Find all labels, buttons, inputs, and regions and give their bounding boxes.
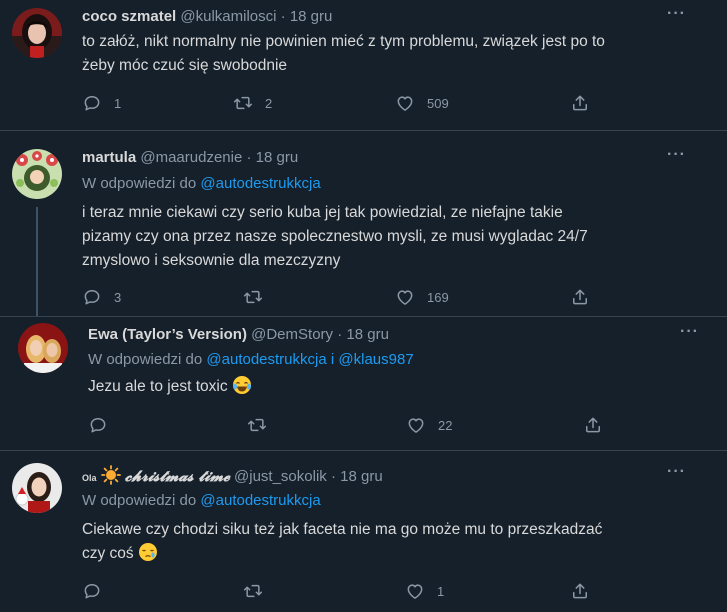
- avatar[interactable]: [12, 463, 62, 513]
- tweet[interactable]: Ola 𝓬𝓱𝓻𝓲𝓼𝓽𝓶𝓪𝓼 𝓽𝓲𝓶𝓮 @just_sokolik · 18 gr…: [0, 451, 727, 612]
- reply-context: W odpowiedzi do @autodestrukkcja i @klau…: [88, 350, 414, 370]
- thread-line: [36, 207, 38, 316]
- reply-icon: [88, 415, 108, 435]
- mention-link[interactable]: @autodestrukkcja: [206, 351, 326, 368]
- like-button[interactable]: 1: [405, 581, 444, 601]
- tweet-date[interactable]: 18 gru: [256, 149, 299, 166]
- tweet[interactable]: martula @maarudzenie · 18 gru ··· W odpo…: [0, 131, 727, 316]
- separator-dot: ·: [330, 468, 336, 485]
- reply-icon: [82, 581, 102, 601]
- tweet-text-line: i teraz mnie ciekawi czy serio kuba jej …: [82, 204, 563, 221]
- tweet-date[interactable]: 18 gru: [290, 8, 333, 25]
- reply-context: W odpowiedzi do @autodestrukkcja: [82, 174, 321, 194]
- retweet-icon: [243, 581, 263, 601]
- heart-icon: [405, 581, 425, 601]
- like-button[interactable]: 22: [406, 415, 452, 435]
- tweet-body: Jezu ale to jest toxic: [88, 375, 708, 399]
- share-icon: [570, 287, 590, 307]
- avatar[interactable]: [12, 8, 62, 58]
- tears-of-joy-emoji-icon: [232, 376, 251, 394]
- tweet-text-line: czy coś: [82, 545, 134, 562]
- reply-button[interactable]: [82, 581, 114, 601]
- heart-icon: [395, 93, 415, 113]
- sleepy-face-emoji-icon: [139, 543, 157, 561]
- tweet-header: coco szmatel @kulkamilosci · 18 gru: [82, 7, 332, 27]
- retweet-button[interactable]: [243, 287, 275, 307]
- name-prefix[interactable]: Ola: [82, 473, 97, 483]
- separator-dot: ·: [246, 149, 252, 166]
- heart-icon: [406, 415, 426, 435]
- avatar[interactable]: [12, 149, 62, 199]
- mention-link[interactable]: @autodestrukkcja: [200, 175, 320, 192]
- more-icon[interactable]: ···: [680, 323, 699, 341]
- tweet-header: Ewa (Taylor’s Version) @DemStory · 18 gr…: [88, 325, 389, 345]
- tweet-header: Ola 𝓬𝓱𝓻𝓲𝓼𝓽𝓶𝓪𝓼 𝓽𝓲𝓶𝓮 @just_sokolik · 18 gr…: [82, 465, 383, 488]
- reply-button[interactable]: [88, 415, 120, 435]
- heart-icon: [395, 287, 415, 307]
- tweet[interactable]: Ewa (Taylor’s Version) @DemStory · 18 gr…: [0, 316, 727, 451]
- more-icon[interactable]: ···: [667, 463, 686, 481]
- tweet-date[interactable]: 18 gru: [340, 468, 383, 485]
- tweet-header: martula @maarudzenie · 18 gru: [82, 148, 298, 168]
- tweet[interactable]: coco szmatel @kulkamilosci · 18 gru ··· …: [0, 0, 727, 131]
- reply-count: 1: [114, 95, 122, 111]
- retweet-button[interactable]: [247, 415, 279, 435]
- share-icon: [570, 581, 590, 601]
- like-count: 169: [427, 289, 449, 305]
- like-count: 509: [427, 95, 449, 111]
- like-count: 1: [437, 583, 445, 599]
- mention-link[interactable]: @klaus987: [338, 351, 413, 368]
- reply-prefix: W odpowiedzi do: [82, 492, 197, 509]
- share-icon: [583, 415, 603, 435]
- sun-icon: [100, 465, 121, 485]
- reply-icon: [82, 287, 102, 307]
- user-handle[interactable]: @just_sokolik: [234, 468, 327, 485]
- share-button[interactable]: [583, 415, 603, 435]
- tweet-body: to załóż, nikt normalny nie powinien mie…: [82, 30, 712, 78]
- separator-dot: ·: [337, 326, 343, 343]
- tweet-text-line: to załóż, nikt normalny nie powinien mie…: [82, 33, 605, 50]
- more-icon[interactable]: ···: [667, 5, 686, 23]
- tweet-text-line: zmyslowo i seksownie dla mezczyzny: [82, 252, 341, 269]
- display-name[interactable]: martula: [82, 149, 136, 166]
- retweet-count: 2: [265, 95, 273, 111]
- display-name[interactable]: Ewa (Taylor’s Version): [88, 326, 247, 343]
- reply-joiner: i: [330, 351, 335, 368]
- reply-prefix: W odpowiedzi do: [82, 175, 197, 192]
- reply-button[interactable]: 3: [82, 287, 121, 307]
- tweet-text-line: Jezu ale to jest toxic: [88, 378, 228, 395]
- like-button[interactable]: 169: [395, 287, 449, 307]
- reply-prefix: W odpowiedzi do: [88, 351, 203, 368]
- reply-icon: [82, 93, 102, 113]
- share-icon: [570, 93, 590, 113]
- reply-context: W odpowiedzi do @autodestrukkcja: [82, 491, 321, 511]
- retweet-icon: [247, 415, 267, 435]
- retweet-button[interactable]: 2: [233, 93, 272, 113]
- tweet-text-line: Ciekawe czy chodzi siku też jak faceta n…: [82, 521, 603, 538]
- mention-link[interactable]: @autodestrukkcja: [200, 492, 320, 509]
- share-button[interactable]: [570, 93, 590, 113]
- user-handle[interactable]: @kulkamilosci: [180, 8, 276, 25]
- reply-button[interactable]: 1: [82, 93, 121, 113]
- tweet-body: i teraz mnie ciekawi czy serio kuba jej …: [82, 201, 712, 273]
- tweet-text-line: pizamy czy ona przez nasze spolecznestwo…: [82, 228, 588, 245]
- user-handle[interactable]: @DemStory: [251, 326, 333, 343]
- retweet-icon: [243, 287, 263, 307]
- tweet-date[interactable]: 18 gru: [346, 326, 389, 343]
- separator-dot: ·: [280, 8, 286, 25]
- user-handle[interactable]: @maarudzenie: [140, 149, 242, 166]
- tweet-text-line: żeby móc czuć się swobodnie: [82, 57, 288, 74]
- more-icon[interactable]: ···: [667, 146, 686, 164]
- share-button[interactable]: [570, 287, 590, 307]
- retweet-button[interactable]: [243, 581, 275, 601]
- like-count: 22: [438, 417, 453, 433]
- display-name[interactable]: 𝓬𝓱𝓻𝓲𝓼𝓽𝓶𝓪𝓼 𝓽𝓲𝓶𝓮: [125, 467, 230, 485]
- like-button[interactable]: 509: [395, 93, 449, 113]
- avatar[interactable]: [18, 323, 68, 373]
- reply-count: 3: [114, 289, 122, 305]
- tweet-body: Ciekawe czy chodzi siku też jak faceta n…: [82, 518, 712, 566]
- share-button[interactable]: [570, 581, 590, 601]
- display-name[interactable]: coco szmatel: [82, 8, 176, 25]
- retweet-icon: [233, 93, 253, 113]
